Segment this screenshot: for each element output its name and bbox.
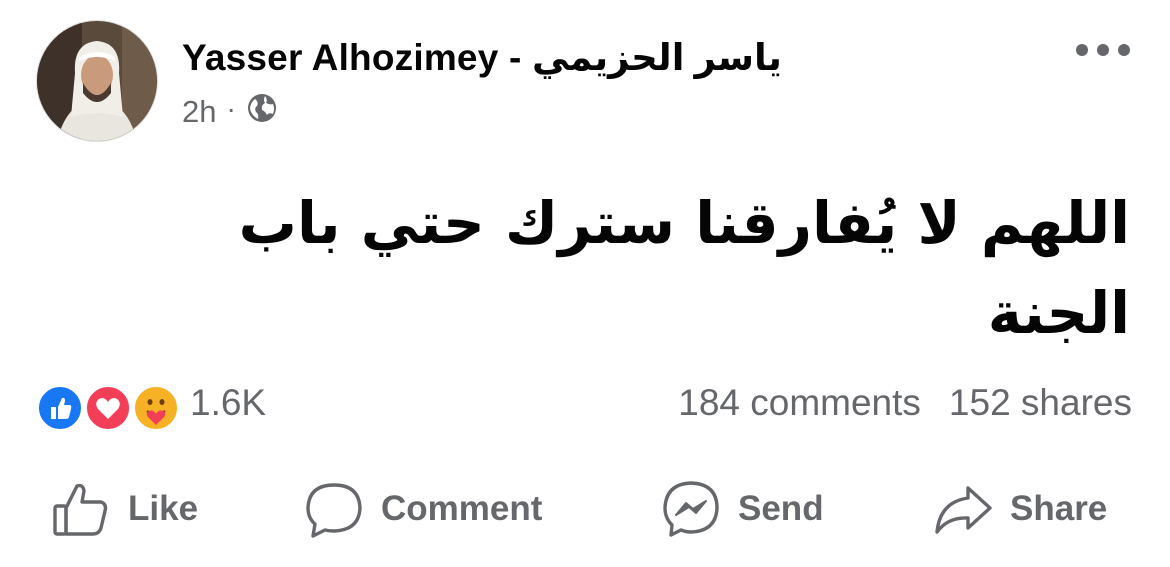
post-stats: 184 comments 152 shares	[678, 382, 1132, 424]
comments-count[interactable]: 184 comments	[678, 382, 921, 424]
post-meta: 2h ·	[182, 92, 278, 132]
like-reaction-icon	[36, 384, 84, 432]
thumbs-up-icon	[50, 478, 112, 540]
like-label: Like	[128, 489, 199, 528]
comment-button[interactable]: Comment	[303, 474, 542, 544]
reaction-count[interactable]: 1.6K	[190, 382, 266, 424]
shares-count[interactable]: 152 shares	[949, 382, 1132, 424]
send-button[interactable]: Send	[660, 474, 824, 544]
action-bar: Like Comment Send Share	[0, 474, 1170, 544]
author-name[interactable]: Yasser Alhozimey - ياسر الحزيمي	[182, 36, 782, 79]
more-options-icon[interactable]	[1076, 40, 1130, 60]
send-label: Send	[738, 489, 824, 528]
meta-separator: ·	[226, 93, 236, 124]
messenger-icon	[660, 478, 722, 540]
comment-bubble-icon	[303, 478, 365, 540]
like-button[interactable]: Like	[50, 474, 198, 544]
share-arrow-icon	[932, 478, 994, 540]
globe-icon	[246, 92, 278, 132]
post-time[interactable]: 2h	[182, 94, 216, 130]
avatar[interactable]	[36, 20, 158, 142]
post-text: اللهم لا يُفارقنا سترك حتي باب الجنة	[238, 189, 1130, 347]
share-button[interactable]: Share	[932, 474, 1107, 544]
share-label: Share	[1010, 489, 1108, 528]
care-reaction-icon	[132, 384, 180, 432]
love-reaction-icon	[84, 384, 132, 432]
comment-label: Comment	[381, 489, 543, 528]
